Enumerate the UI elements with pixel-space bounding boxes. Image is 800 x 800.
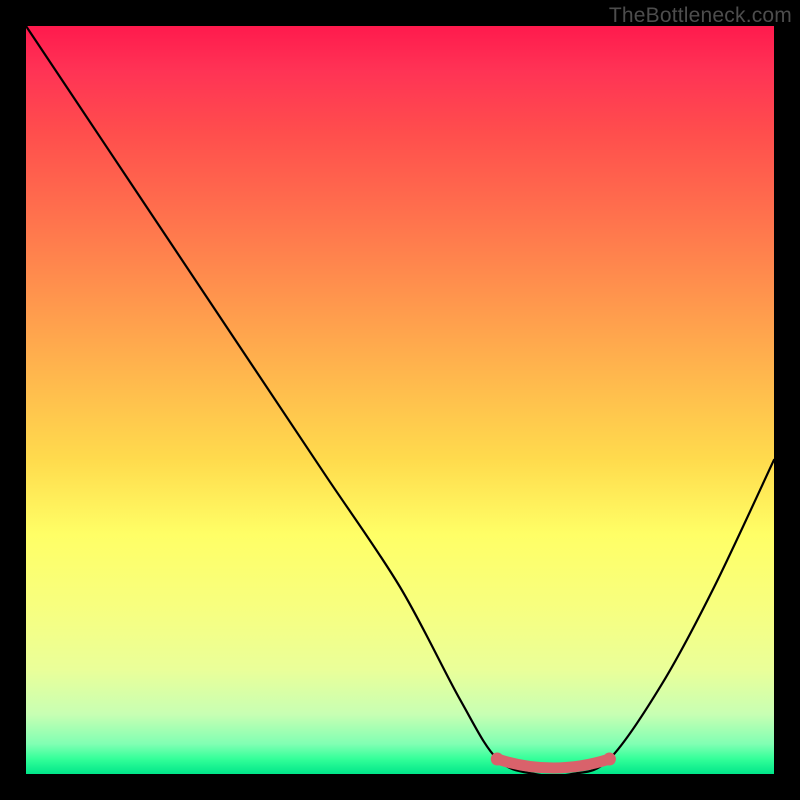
- flat-region-dot-right: [603, 753, 616, 766]
- chart-svg: [26, 26, 774, 774]
- bottleneck-curve-path: [26, 26, 774, 774]
- flat-region-highlight: [497, 759, 609, 768]
- watermark-text: TheBottleneck.com: [609, 4, 792, 28]
- flat-region-dot-left: [491, 753, 504, 766]
- chart-gradient-background: [26, 26, 774, 774]
